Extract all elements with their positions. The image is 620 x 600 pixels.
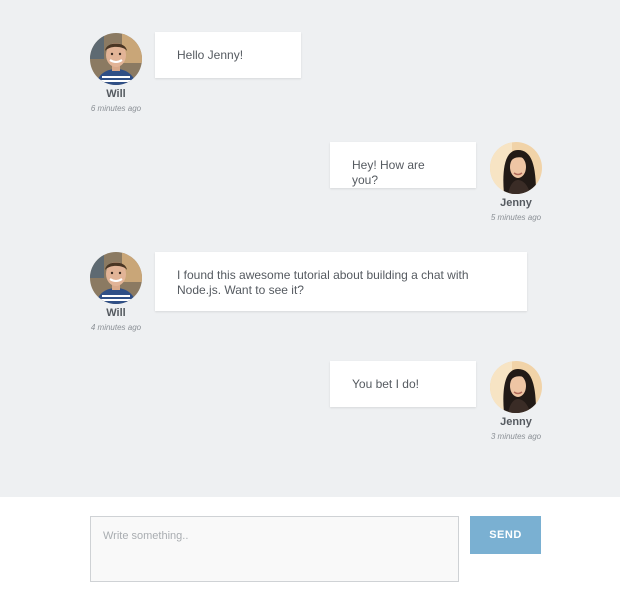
message-timestamp: 3 minutes ago <box>490 432 542 441</box>
message-bubble: You bet I do! <box>330 361 476 407</box>
send-button[interactable]: SEND <box>470 516 541 554</box>
message-jenny-2: You bet I do! Jenny 3 minutes ago <box>0 0 620 450</box>
message-author: Jenny 3 minutes ago <box>481 361 551 441</box>
message-composer: SEND <box>0 497 620 600</box>
author-name: Jenny <box>500 416 532 428</box>
jenny-avatar[interactable] <box>490 361 542 413</box>
message-input[interactable] <box>90 516 459 582</box>
chat-area: Will 6 minutes ago Hello Jenny! Hey! How… <box>0 0 620 497</box>
